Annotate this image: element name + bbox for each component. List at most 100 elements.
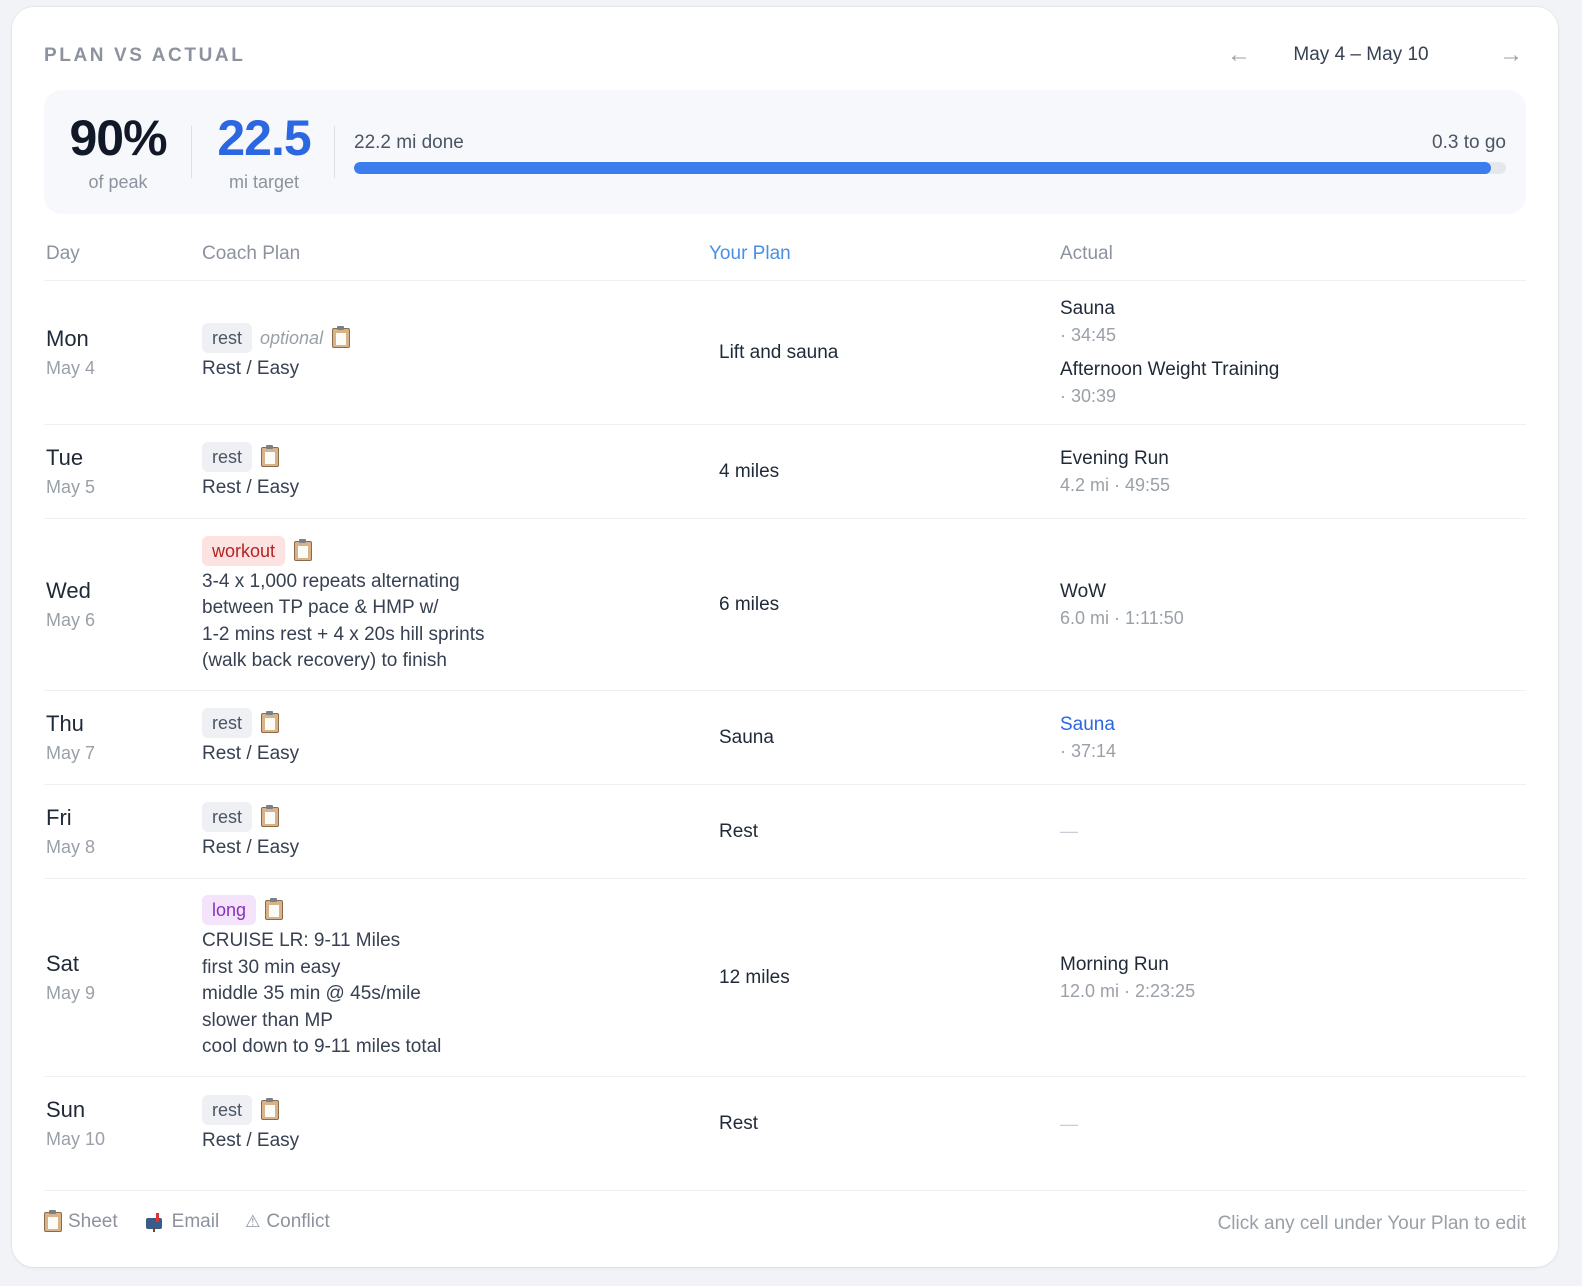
- warning-icon: ⚠: [245, 1212, 261, 1231]
- actual-cell: WoW 6.0 mi · 1:11:50: [1060, 519, 1530, 690]
- clipboard-icon: [261, 711, 280, 734]
- activity-stats: 12.0 mi · 2:23:25: [1060, 980, 1196, 1001]
- your-plan-cell[interactable]: Rest: [709, 785, 1049, 878]
- day-date: May 8: [46, 836, 96, 857]
- activity: Afternoon Weight Training · 30:39: [1060, 357, 1530, 409]
- coach-plan-text: Rest / Easy: [202, 358, 300, 380]
- miles-remaining: 0.3 to go: [1432, 132, 1506, 153]
- clipboard-icon: [261, 805, 280, 828]
- miles-done: 22.2 mi done: [354, 132, 464, 153]
- your-plan-cell[interactable]: Lift and sauna: [709, 281, 1049, 424]
- legend-conflict: ⚠ Conflict: [245, 1211, 330, 1233]
- table-row: Wed May 6 workout 3-4 x 1,000 repeats al…: [44, 519, 1526, 691]
- day-name: Sun: [46, 1097, 86, 1122]
- activity-stats: · 34:45: [1060, 325, 1117, 345]
- card-header: PLAN VS ACTUAL ← May 4 – May 10 →: [44, 41, 1526, 71]
- workout-type-tag: workout: [202, 535, 286, 566]
- coach-tag-line: rest optional: [202, 322, 702, 354]
- legend-label: Conflict: [266, 1211, 330, 1232]
- day-cell: Sun May 10: [46, 1077, 196, 1171]
- table-row: Thu May 7 rest Rest / Easy Sauna Sauna ·…: [44, 691, 1526, 785]
- day-cell: Sat May 9: [46, 879, 196, 1076]
- coach-plan-cell: workout 3-4 x 1,000 repeats alternating …: [202, 519, 702, 690]
- day-date: May 9: [46, 982, 96, 1003]
- actual-cell: Evening Run 4.2 mi · 49:55: [1060, 425, 1530, 518]
- coach-plan-text: Rest / Easy: [202, 743, 300, 765]
- edit-hint: Click any cell under Your Plan to edit: [1217, 1213, 1526, 1234]
- day-date: May 4: [46, 357, 96, 378]
- clipboard-icon: [294, 538, 313, 561]
- activity-title[interactable]: Sauna: [1060, 712, 1530, 738]
- day-date: May 7: [46, 742, 96, 763]
- mailbox-icon: [144, 1213, 166, 1232]
- card-title: PLAN VS ACTUAL: [44, 45, 246, 66]
- activity: Evening Run 4.2 mi · 49:55: [1060, 446, 1530, 498]
- clipboard-icon: [265, 898, 284, 921]
- coach-plan-text: Rest / Easy: [202, 1129, 300, 1151]
- activity-stats: 4.2 mi · 49:55: [1060, 474, 1171, 495]
- card-footer: Sheet Email ⚠ Conflict Click any cell un…: [44, 1190, 1526, 1254]
- actual-cell: Sauna · 34:45 Afternoon Weight Training …: [1060, 281, 1530, 424]
- your-plan-text[interactable]: 12 miles: [709, 967, 1049, 989]
- your-plan-text[interactable]: Rest: [709, 1113, 1049, 1135]
- workout-type-tag: rest: [202, 1094, 253, 1125]
- workout-type-tag: long: [202, 895, 257, 926]
- activity-title: Morning Run: [1060, 953, 1169, 975]
- column-header-your-plan: Your Plan: [709, 243, 791, 264]
- day-name: Thu: [46, 710, 84, 736]
- optional-label: optional: [260, 327, 324, 348]
- your-plan-cell[interactable]: 6 miles: [709, 519, 1049, 690]
- no-activity: —: [1060, 821, 1078, 841]
- coach-tag-line: rest: [202, 441, 702, 473]
- coach-tag-line: workout: [202, 535, 702, 567]
- target-label: mi target: [228, 172, 300, 192]
- peak-label: of peak: [88, 172, 148, 192]
- coach-plan-cell: rest Rest / Easy: [202, 425, 702, 518]
- coach-plan-text: Rest / Easy: [202, 837, 300, 859]
- previous-week-arrow-icon[interactable]: ←: [1224, 41, 1254, 71]
- week-range: May 4 – May 10: [1293, 44, 1429, 65]
- your-plan-text[interactable]: Rest: [709, 821, 1049, 843]
- table-row: Mon May 4 rest optional Rest / Easy Lift…: [44, 281, 1526, 425]
- table-row: Sat May 9 long CRUISE LR: 9-11 Miles fir…: [44, 879, 1526, 1077]
- actual-cell: —: [1060, 1077, 1530, 1171]
- workout-type-tag: rest: [202, 442, 253, 473]
- coach-plan-cell: rest Rest / Easy: [202, 785, 702, 878]
- coach-plan-cell: rest Rest / Easy: [202, 1077, 702, 1171]
- day-name: Mon: [46, 325, 89, 351]
- your-plan-text[interactable]: Lift and sauna: [709, 342, 1049, 364]
- table-header: Day Coach Plan Your Plan Actual: [44, 237, 1526, 281]
- legend-email: Email: [144, 1211, 219, 1233]
- your-plan-text[interactable]: 6 miles: [709, 594, 1049, 616]
- coach-tag-line: rest: [202, 707, 702, 739]
- your-plan-cell[interactable]: 4 miles: [709, 425, 1049, 518]
- your-plan-cell[interactable]: 12 miles: [709, 879, 1049, 1076]
- divider: [191, 126, 192, 178]
- legend-label: Sheet: [68, 1211, 118, 1232]
- actual-cell: Sauna · 37:14: [1060, 691, 1530, 784]
- clipboard-icon: [261, 445, 280, 468]
- table-row: Tue May 5 rest Rest / Easy 4 miles Eveni…: [44, 425, 1526, 519]
- coach-tag-line: rest: [202, 1094, 702, 1126]
- divider: [334, 126, 335, 178]
- activity[interactable]: Sauna · 37:14: [1060, 712, 1530, 764]
- your-plan-text[interactable]: 4 miles: [709, 461, 1049, 483]
- day-cell: Tue May 5: [46, 425, 196, 518]
- activity-stats: · 37:14: [1060, 740, 1117, 761]
- coach-plan-text: CRUISE LR: 9-11 Miles first 30 min easy …: [202, 930, 442, 1058]
- workout-type-tag: rest: [202, 708, 253, 739]
- your-plan-text[interactable]: Sauna: [709, 727, 1049, 749]
- day-name: Sat: [46, 950, 80, 976]
- your-plan-cell[interactable]: Sauna: [709, 691, 1049, 784]
- plan-table: Day Coach Plan Your Plan Actual Mon May …: [44, 237, 1526, 1171]
- day-cell: Fri May 8: [46, 785, 196, 878]
- activity: Morning Run 12.0 mi · 2:23:25: [1060, 952, 1530, 1004]
- coach-tag-line: long: [202, 894, 702, 926]
- legend: Sheet Email ⚠ Conflict: [44, 1210, 356, 1233]
- workout-type-tag: rest: [202, 323, 253, 354]
- table-body: Mon May 4 rest optional Rest / Easy Lift…: [44, 281, 1526, 1171]
- table-row: Sun May 10 rest Rest / Easy Rest —: [44, 1077, 1526, 1171]
- your-plan-cell[interactable]: Rest: [709, 1077, 1049, 1171]
- coach-plan-cell: long CRUISE LR: 9-11 Miles first 30 min …: [202, 879, 702, 1076]
- next-week-arrow-icon[interactable]: →: [1496, 41, 1526, 71]
